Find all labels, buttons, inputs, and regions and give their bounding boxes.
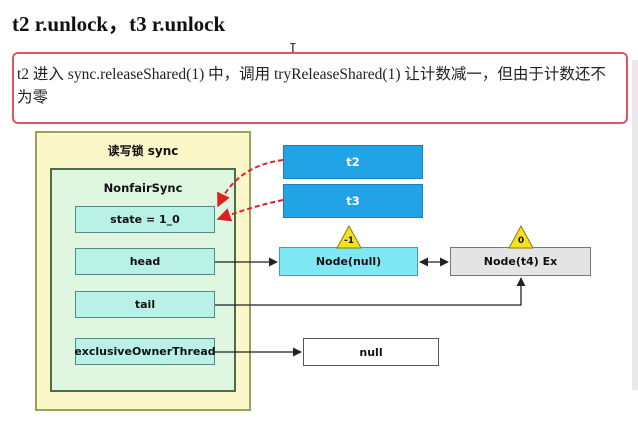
t3-to-state-arrow xyxy=(216,199,284,222)
tail-to-node-t4-arrow xyxy=(215,277,526,306)
connector-arrows xyxy=(215,159,526,357)
scrollbar-track[interactable] xyxy=(632,60,638,390)
t2-to-state-arrow xyxy=(217,159,284,208)
